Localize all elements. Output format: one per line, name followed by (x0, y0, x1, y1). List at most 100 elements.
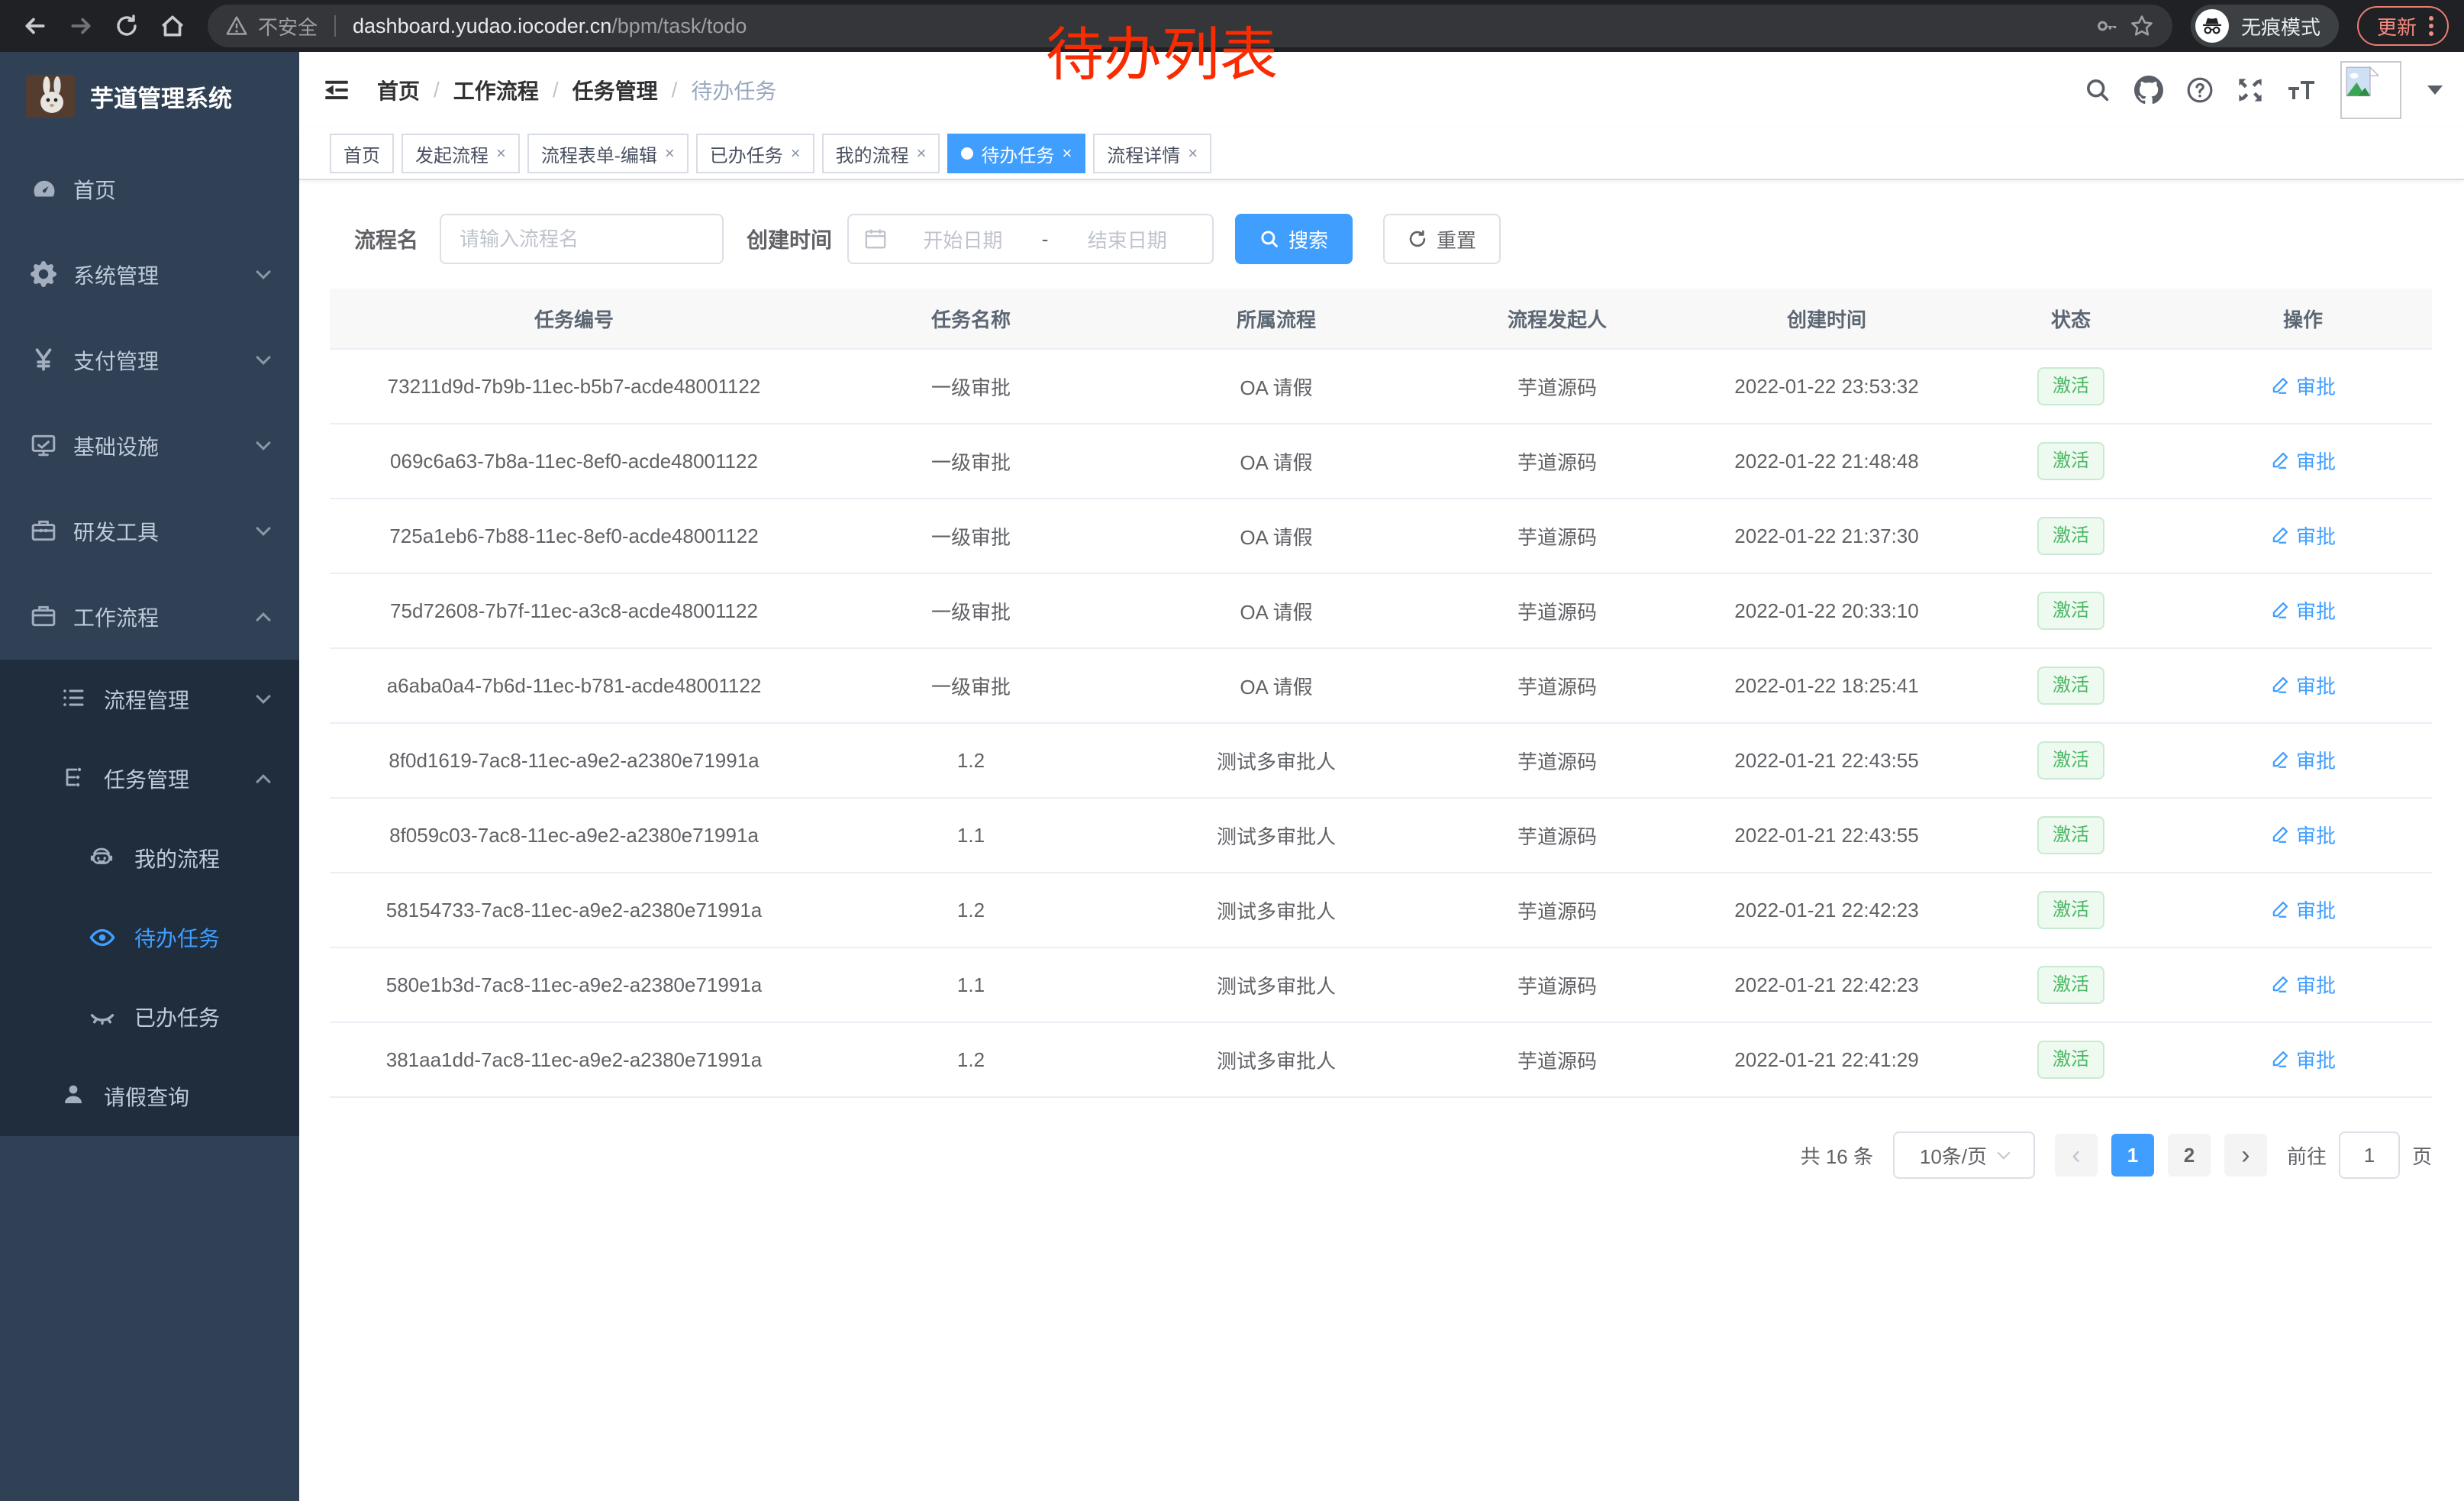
approve-link[interactable]: 审批 (2270, 746, 2336, 774)
process-name-input[interactable] (440, 214, 724, 264)
search-icon[interactable] (2084, 76, 2111, 104)
edit-pen-icon (2270, 825, 2290, 844)
sidebar-collapse-icon[interactable] (322, 76, 351, 105)
sidebar-item-done-tasks[interactable]: 已办任务 (0, 977, 299, 1057)
start-date-placeholder: 开始日期 (893, 225, 1033, 253)
font-size-icon[interactable] (2287, 76, 2317, 104)
browser-back-icon[interactable] (15, 6, 55, 46)
tab-start-process[interactable]: 发起流程 × (402, 134, 520, 173)
status-badge: 激活 (2037, 517, 2104, 555)
close-icon[interactable]: × (1188, 145, 1198, 162)
breadcrumb-task-mgmt[interactable]: 任务管理 (572, 75, 658, 105)
approve-link[interactable]: 审批 (2270, 521, 2336, 550)
close-icon[interactable]: × (1062, 145, 1072, 162)
page-button-1[interactable]: 1 (2111, 1134, 2154, 1177)
filter-bar: 流程名 创建时间 开始日期 - 结束日期 搜索 重置 (354, 214, 2432, 264)
task-id-cell: 75d72608-7b7f-11ec-a3c8-acde48001122 (330, 599, 818, 623)
edit-pen-icon (2270, 675, 2290, 695)
bookmark-star-icon[interactable] (2130, 14, 2154, 38)
approve-link[interactable]: 审批 (2270, 447, 2336, 475)
status-badge: 激活 (2037, 966, 2104, 1004)
sidebar-item-workflow[interactable]: 工作流程 (0, 574, 299, 660)
sidebar-item-leave-query[interactable]: 请假查询 (0, 1057, 299, 1136)
sidebar-item-devtools[interactable]: 研发工具 (0, 489, 299, 574)
fullscreen-icon[interactable] (2237, 76, 2264, 104)
initiator-cell: 芋道源码 (1429, 896, 1685, 925)
breadcrumb-workflow[interactable]: 工作流程 (453, 75, 539, 105)
browser-menu-icon[interactable] (2429, 16, 2433, 36)
next-page-button[interactable]: › (2224, 1134, 2267, 1177)
tab-process-detail[interactable]: 流程详情 × (1093, 134, 1211, 173)
status-cell: 激活 (1968, 442, 2174, 480)
initiator-cell: 芋道源码 (1429, 747, 1685, 775)
header-actions (2084, 61, 2464, 119)
action-cell: 审批 (2174, 896, 2432, 925)
approve-link[interactable]: 审批 (2270, 821, 2336, 849)
tab-done-tasks[interactable]: 已办任务 × (696, 134, 814, 173)
sidebar-item-infra[interactable]: 基础设施 (0, 403, 299, 489)
create-time-cell: 2022-01-22 21:37:30 (1685, 525, 1968, 548)
approve-link[interactable]: 审批 (2270, 596, 2336, 625)
task-name-cell: 1.2 (818, 749, 1124, 773)
tab-todo-tasks[interactable]: 待办任务 × (947, 134, 1085, 173)
goto-page-input[interactable] (2339, 1131, 2400, 1179)
status-badge: 激活 (2037, 667, 2104, 705)
sidebar-item-home[interactable]: 首页 (0, 147, 299, 232)
date-range-picker[interactable]: 开始日期 - 结束日期 (847, 214, 1214, 264)
create-time-cell: 2022-01-22 18:25:41 (1685, 674, 1968, 698)
approve-label: 审批 (2296, 521, 2336, 550)
github-icon[interactable] (2134, 76, 2163, 105)
search-button[interactable]: 搜索 (1235, 214, 1353, 264)
approve-link[interactable]: 审批 (2270, 1045, 2336, 1073)
prev-page-button[interactable]: ‹ (2055, 1134, 2098, 1177)
help-icon[interactable] (2186, 76, 2214, 104)
reset-button[interactable]: 重置 (1383, 214, 1501, 264)
task-name-cell: 1.1 (818, 973, 1124, 997)
caret-down-icon[interactable] (2427, 86, 2443, 95)
password-key-icon[interactable] (2096, 15, 2119, 37)
edit-pen-icon (2270, 525, 2290, 545)
sidebar-item-todo-tasks[interactable]: 待办任务 (0, 898, 299, 977)
initiator-cell: 芋道源码 (1429, 822, 1685, 850)
browser-update-button[interactable]: 更新 (2357, 6, 2449, 46)
close-icon[interactable]: × (791, 145, 801, 162)
tab-home[interactable]: 首页 (330, 134, 394, 173)
browser-reload-icon[interactable] (107, 6, 147, 46)
status-badge: 激活 (2037, 741, 2104, 780)
close-icon[interactable]: × (917, 145, 927, 162)
process-cell: OA 请假 (1124, 597, 1429, 625)
approve-link[interactable]: 审批 (2270, 671, 2336, 699)
approve-link[interactable]: 审批 (2270, 970, 2336, 999)
task-name-cell: 一级审批 (818, 597, 1124, 625)
sidebar-item-label: 我的流程 (134, 843, 220, 873)
close-icon[interactable]: × (665, 145, 675, 162)
sidebar-item-process-mgmt[interactable]: 流程管理 (0, 660, 299, 739)
close-icon[interactable]: × (496, 145, 506, 162)
sidebar-item-payment[interactable]: 支付管理 (0, 318, 299, 403)
browser-home-icon[interactable] (153, 6, 192, 46)
sidebar-item-task-mgmt[interactable]: 任务管理 (0, 739, 299, 818)
breadcrumb-home[interactable]: 首页 (377, 75, 420, 105)
breadcrumb-current: 待办任务 (691, 75, 776, 105)
page-size-select[interactable]: 10条/页 (1893, 1131, 2035, 1179)
sidebar-item-label: 已办任务 (134, 1002, 220, 1032)
browser-chrome: 不安全 dashboard.yudao.iocoder.cn/bpm/task/… (0, 0, 2464, 52)
browser-url-bar[interactable]: 不安全 dashboard.yudao.iocoder.cn/bpm/task/… (208, 5, 2172, 47)
sidebar-item-system[interactable]: 系统管理 (0, 232, 299, 318)
approve-link[interactable]: 审批 (2270, 896, 2336, 924)
browser-forward-icon[interactable] (61, 6, 101, 46)
approve-link[interactable]: 审批 (2270, 372, 2336, 400)
column-header-action: 操作 (2174, 305, 2432, 333)
avatar[interactable] (2340, 61, 2401, 119)
logo-row[interactable]: 芋道管理系统 (0, 58, 299, 134)
sidebar: 芋道管理系统 首页 系统管理 支付管理 (0, 52, 299, 1501)
table-header-row: 任务编号 任务名称 所属流程 流程发起人 创建时间 状态 操作 (330, 289, 2432, 350)
breadcrumb-separator: / (434, 78, 440, 102)
refresh-icon (1408, 229, 1427, 249)
page-button-2[interactable]: 2 (2168, 1134, 2211, 1177)
tab-my-process[interactable]: 我的流程 × (822, 134, 940, 173)
sidebar-item-my-process[interactable]: 我的流程 (0, 818, 299, 898)
edit-pen-icon (2270, 899, 2290, 919)
process-cell: OA 请假 (1124, 672, 1429, 700)
tab-process-form-edit[interactable]: 流程表单-编辑 × (527, 134, 689, 173)
